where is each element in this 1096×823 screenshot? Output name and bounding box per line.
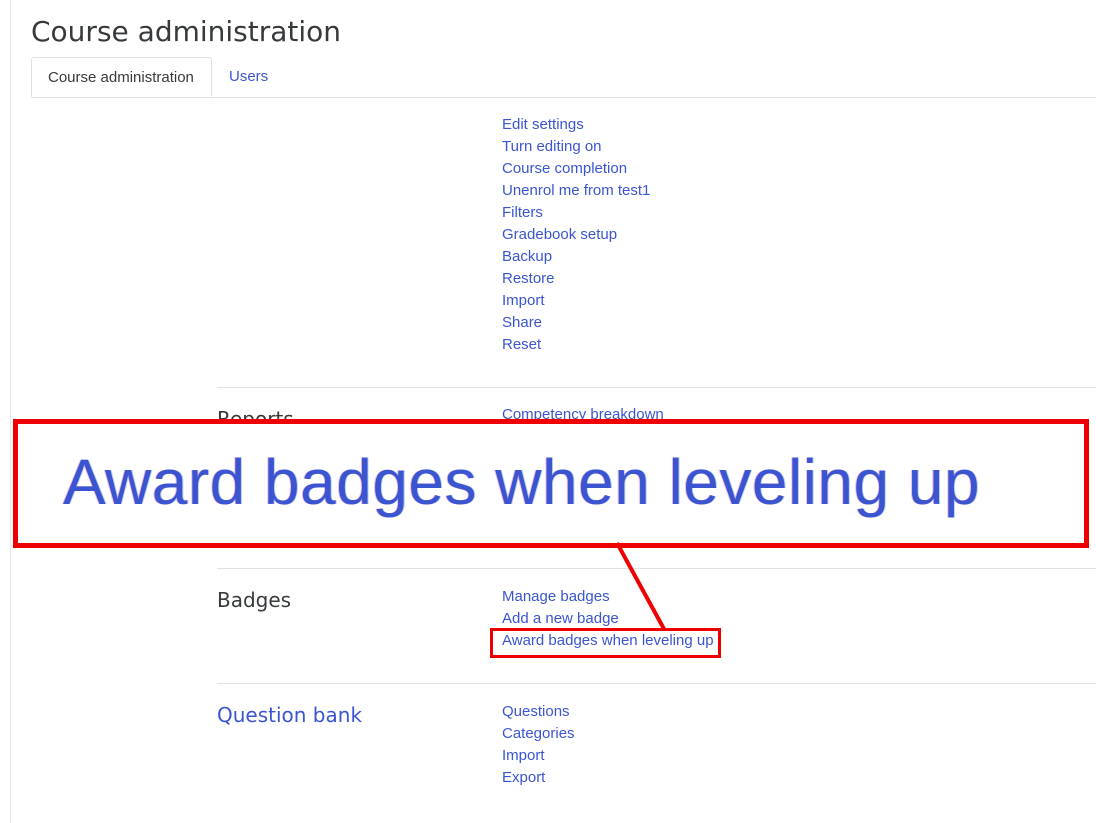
backup-link[interactable]: Backup [502, 246, 552, 268]
qb-import-link[interactable]: Import [502, 745, 545, 767]
turn-editing-on-link[interactable]: Turn editing on [502, 136, 602, 158]
course-completion-link[interactable]: Course completion [502, 158, 627, 180]
restore-link[interactable]: Restore [502, 268, 555, 290]
badges-heading: Badges [217, 588, 292, 612]
filters-link[interactable]: Filters [502, 202, 543, 224]
highlight-box [490, 628, 721, 658]
page-title: Course administration [31, 15, 342, 48]
section-divider [217, 568, 1096, 569]
add-new-badge-link[interactable]: Add a new badge [502, 608, 619, 630]
manage-badges-link[interactable]: Manage badges [502, 586, 610, 608]
section-divider [217, 683, 1096, 684]
gradebook-setup-link[interactable]: Gradebook setup [502, 224, 617, 246]
question-bank-heading[interactable]: Question bank [217, 701, 362, 729]
zoom-callout: Award badges when leveling up [13, 419, 1089, 548]
import-link[interactable]: Import [502, 290, 545, 312]
unenrol-link[interactable]: Unenrol me from test1 [502, 180, 650, 202]
reset-link[interactable]: Reset [502, 334, 541, 356]
share-link[interactable]: Share [502, 312, 542, 334]
tab-users[interactable]: Users [213, 57, 284, 97]
categories-link[interactable]: Categories [502, 723, 575, 745]
export-link[interactable]: Export [502, 767, 545, 789]
tab-bar: Course administration Users [31, 57, 1096, 98]
section-divider [217, 387, 1096, 388]
left-border [10, 0, 11, 823]
questions-link[interactable]: Questions [502, 701, 570, 723]
tab-course-administration[interactable]: Course administration [31, 57, 212, 97]
callout-text: Award badges when leveling up [63, 446, 981, 518]
edit-settings-link[interactable]: Edit settings [502, 114, 584, 136]
